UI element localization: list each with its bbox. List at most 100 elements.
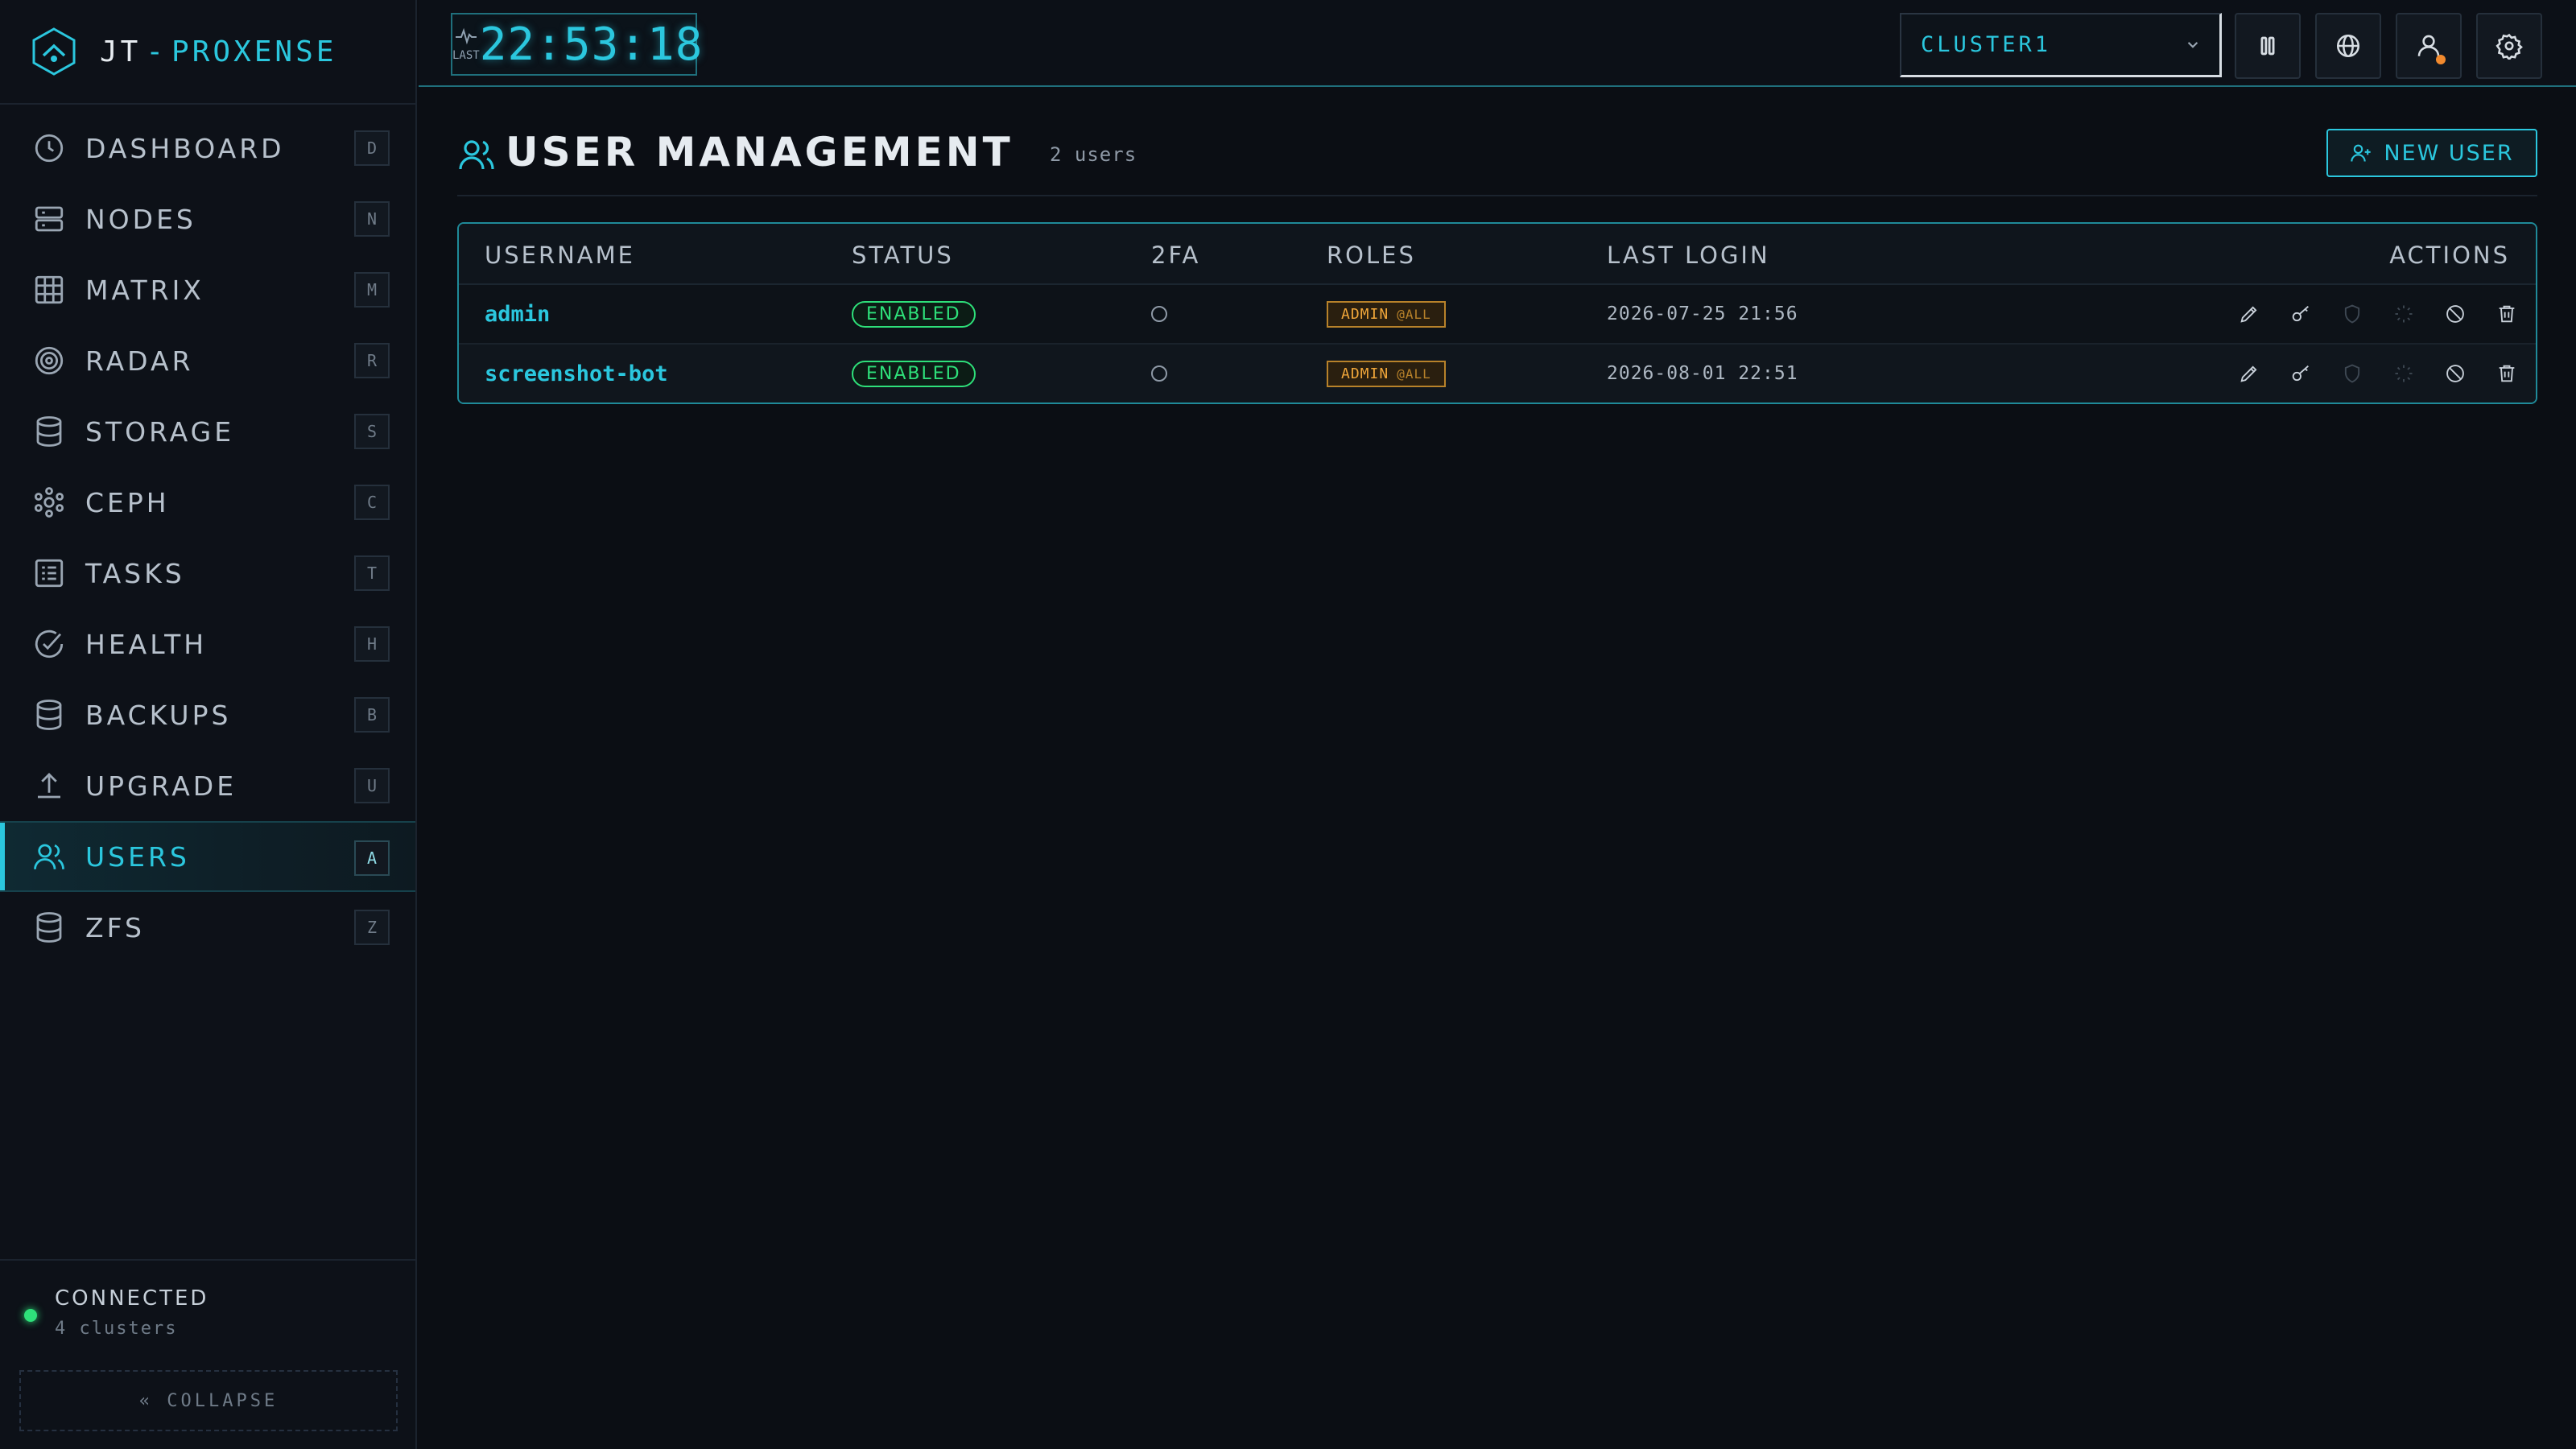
radar-icon [32, 344, 66, 378]
users-icon [459, 140, 494, 170]
column-header-actions: ACTIONS [2389, 242, 2510, 269]
shortcut-key: N [354, 201, 390, 237]
pulse-icon [455, 27, 477, 45]
column-header-last-login[interactable]: LAST LOGIN [1607, 242, 1770, 269]
delete-user-button[interactable] [2494, 301, 2520, 327]
brand[interactable]: JT - PROXENSE [0, 0, 415, 105]
reset-password-button[interactable] [2288, 361, 2314, 386]
status-dot-icon [24, 1309, 37, 1322]
check-circle-icon [32, 627, 66, 661]
role-badge: ADMIN @ALL [1327, 300, 1446, 328]
sidebar-item-dashboard[interactable]: DASHBOARD D [0, 113, 415, 184]
shortcut-key: Z [354, 910, 390, 945]
shortcut-key: B [354, 697, 390, 733]
shortcut-key: H [354, 626, 390, 662]
topbar: LAST 22:53:18 CLUSTER1 [419, 0, 2576, 87]
sidebar-item-users[interactable]: USERS A [0, 821, 415, 892]
disable-user-button[interactable] [2442, 361, 2468, 386]
ban-icon [2446, 305, 2464, 323]
role-scope: @ALL [1397, 365, 1431, 382]
sidebar-item-tasks[interactable]: TASKS T [0, 538, 415, 609]
main-content: USER MANAGEMENT 2 users NEW USER USERNAM… [419, 89, 2576, 1449]
delete-user-button[interactable] [2494, 361, 2520, 386]
shortcut-key: U [354, 768, 390, 803]
edit-user-button[interactable] [2236, 301, 2262, 327]
disable-user-button[interactable] [2442, 301, 2468, 327]
user-plus-icon [2351, 144, 2372, 162]
sidebar: JT - PROXENSE DASHBOARD D NODES N MATRIX M… [0, 0, 417, 1449]
brand-title: PROXENSE [171, 35, 337, 68]
column-header-username[interactable]: USERNAME [485, 242, 635, 269]
column-header-status[interactable]: STATUS [852, 242, 954, 269]
sidebar-nav: DASHBOARD D NODES N MATRIX M RADAR R STO… [0, 105, 415, 963]
notification-dot [2436, 55, 2446, 64]
database-icon [32, 910, 66, 944]
2fa-disabled-icon [1151, 306, 1167, 322]
sidebar-item-label: DASHBOARD [85, 132, 285, 164]
server-icon [32, 202, 66, 236]
cluster-select[interactable]: CLUSTER1 [1900, 13, 2222, 77]
sidebar-item-label: NODES [85, 203, 196, 235]
key-icon [2292, 365, 2309, 382]
sidebar-item-label: UPGRADE [85, 770, 237, 802]
shortcut-key: R [354, 343, 390, 378]
role-name: ADMIN [1341, 365, 1389, 382]
user-count: 2 users [1050, 143, 1137, 166]
sidebar-item-backups[interactable]: BACKUPS B [0, 679, 415, 750]
sidebar-item-nodes[interactable]: NODES N [0, 184, 415, 254]
connection-label: CONNECTED [55, 1286, 209, 1311]
shortcut-key: A [354, 840, 390, 876]
pencil-icon [2240, 306, 2257, 323]
language-button[interactable] [2315, 13, 2381, 79]
2fa-setup-button[interactable] [2339, 301, 2365, 327]
shortcut-key: D [354, 130, 390, 166]
loading-button[interactable] [2391, 301, 2417, 327]
ban-icon [2446, 365, 2464, 382]
sidebar-item-storage[interactable]: STORAGE S [0, 396, 415, 467]
brand-prefix: JT [100, 35, 142, 68]
page-header: USER MANAGEMENT 2 users NEW USER [457, 129, 2537, 196]
trash-icon [2499, 305, 2515, 323]
column-header-roles[interactable]: ROLES [1327, 242, 1416, 269]
column-header-2fa[interactable]: 2FA [1151, 242, 1200, 269]
settings-button[interactable] [2476, 13, 2542, 79]
sidebar-item-label: BACKUPS [85, 699, 232, 731]
sidebar-item-matrix[interactable]: MATRIX M [0, 254, 415, 325]
sidebar-item-ceph[interactable]: CEPH C [0, 467, 415, 538]
grid-icon [32, 273, 66, 307]
username-link[interactable]: admin [485, 302, 550, 327]
users-icon [32, 840, 66, 873]
sidebar-item-health[interactable]: HEALTH H [0, 609, 415, 679]
sidebar-item-radar[interactable]: RADAR R [0, 325, 415, 396]
shield-icon [2344, 304, 2360, 324]
status-badge: ENABLED [852, 300, 976, 328]
pause-icon [2260, 36, 2275, 56]
shortcut-key: S [354, 414, 390, 449]
sidebar-item-label: USERS [85, 840, 190, 873]
clock-meta: LAST [452, 27, 480, 62]
sidebar-item-zfs[interactable]: ZFS Z [0, 892, 415, 963]
chevron-down-icon [2187, 42, 2198, 48]
loading-button[interactable] [2391, 361, 2417, 386]
sidebar-item-upgrade[interactable]: UPGRADE U [0, 750, 415, 821]
new-user-button[interactable]: NEW USER [2326, 129, 2537, 177]
user-profile-button[interactable] [2396, 13, 2462, 79]
sidebar-item-label: HEALTH [85, 628, 208, 660]
edit-user-button[interactable] [2236, 361, 2262, 386]
collapse-button[interactable]: « COLLAPSE [19, 1370, 398, 1431]
new-user-label: NEW USER [2384, 140, 2514, 166]
role-name: ADMIN [1341, 305, 1389, 323]
key-icon [2292, 305, 2309, 322]
shield-icon [2344, 364, 2360, 383]
role-scope: @ALL [1397, 306, 1431, 322]
username-link[interactable]: screenshot-bot [485, 361, 668, 386]
reset-password-button[interactable] [2288, 301, 2314, 327]
sidebar-item-label: MATRIX [85, 274, 204, 306]
last-update-clock: LAST 22:53:18 [451, 13, 702, 76]
status-badge: ENABLED [852, 360, 976, 387]
cluster-count: 4 clusters [55, 1319, 178, 1339]
spinner-icon [2395, 365, 2413, 382]
2fa-setup-button[interactable] [2339, 361, 2365, 386]
pause-button[interactable] [2235, 13, 2301, 79]
pencil-icon [2240, 365, 2257, 382]
